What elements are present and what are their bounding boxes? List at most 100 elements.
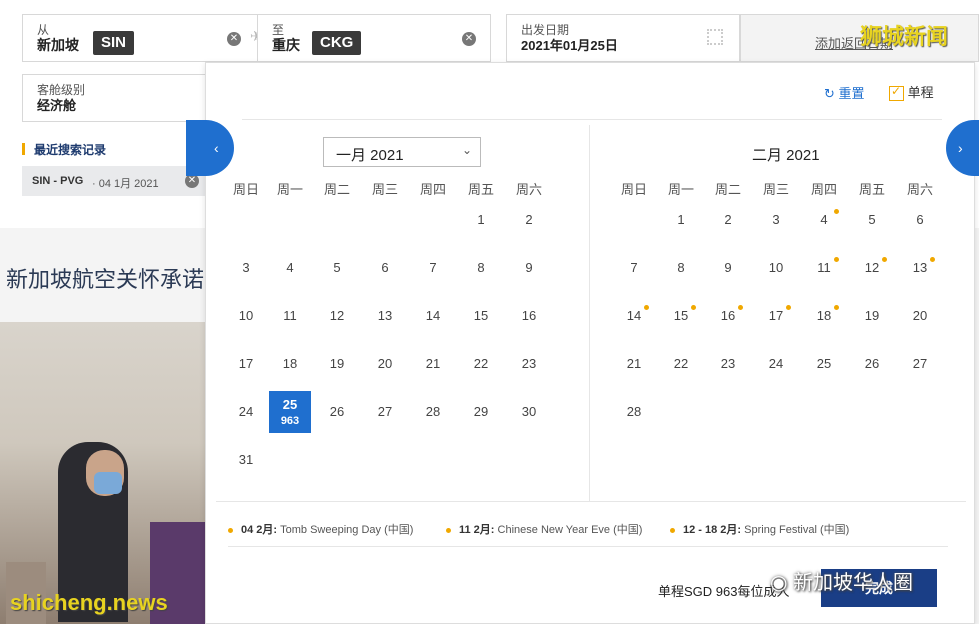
calendar-day[interactable]: 31: [225, 439, 267, 481]
calendar-day[interactable]: 5: [316, 247, 358, 289]
day-number: 12: [864, 260, 880, 275]
calendar-day[interactable]: 21: [412, 343, 454, 385]
calendar-day[interactable]: 9: [508, 247, 550, 289]
oneway-toggle[interactable]: ✓ 单程: [889, 82, 934, 102]
calendar-day[interactable]: 18: [269, 343, 311, 385]
calendar-day[interactable]: 12: [316, 295, 358, 337]
clear-from-icon[interactable]: ✕: [227, 32, 241, 46]
calendar-day[interactable]: 2: [707, 199, 749, 241]
calendar-day[interactable]: 23: [508, 343, 550, 385]
calendar-day[interactable]: 10: [755, 247, 797, 289]
oneway-label: 单程: [907, 85, 934, 100]
day-number: 19: [329, 356, 345, 371]
remove-recent-icon[interactable]: ✕: [185, 174, 199, 188]
calendar-day[interactable]: 5: [851, 199, 893, 241]
calendar-day[interactable]: 6: [899, 199, 941, 241]
calendar-day[interactable]: 21: [613, 343, 655, 385]
legend-date: 12 - 18 2月:: [683, 524, 742, 536]
day-number: 21: [626, 356, 642, 371]
calendar-day[interactable]: 13: [899, 247, 941, 289]
calendar-day[interactable]: 20: [899, 295, 941, 337]
holiday-dot-icon: [930, 257, 935, 262]
watermark-bottom-left: shicheng.news: [10, 590, 168, 615]
reset-button[interactable]: ↻ 重置: [824, 83, 865, 102]
calendar-day[interactable]: 22: [460, 343, 502, 385]
calendar-day[interactable]: 4: [269, 247, 311, 289]
calendar-day[interactable]: 15: [460, 295, 502, 337]
calendar-day[interactable]: 17: [225, 343, 267, 385]
calendar-day[interactable]: 10: [225, 295, 267, 337]
holiday-dot-icon: [446, 527, 451, 533]
calendar-day[interactable]: 29: [460, 391, 502, 433]
calendar-day[interactable]: 18: [803, 295, 845, 337]
calendar-day[interactable]: 13: [364, 295, 406, 337]
calendar-day[interactable]: 24: [755, 343, 797, 385]
calendar-day[interactable]: 14: [613, 295, 655, 337]
calendar-day[interactable]: 17: [755, 295, 797, 337]
day-number: 27: [912, 356, 928, 371]
holiday-dot-icon: [691, 305, 696, 310]
holiday-dot-icon: [228, 527, 233, 533]
calendar-day[interactable]: 16: [508, 295, 550, 337]
from-field[interactable]: 从 新加坡 SIN ✕: [22, 14, 258, 62]
calendar-day[interactable]: 26: [316, 391, 358, 433]
calendar-day[interactable]: 22: [660, 343, 702, 385]
month-select[interactable]: 一月 2021 ⌄: [323, 137, 481, 167]
weekday-header: 周三: [371, 182, 398, 197]
calendar-day[interactable]: 27: [364, 391, 406, 433]
calendar-day[interactable]: 11: [803, 247, 845, 289]
calendar-day[interactable]: 4: [803, 199, 845, 241]
calendar-icon: [707, 29, 723, 45]
from-code-badge: SIN: [93, 31, 135, 55]
calendar-day[interactable]: 26: [851, 343, 893, 385]
calendar-day[interactable]: 20: [364, 343, 406, 385]
day-number: 14: [626, 308, 642, 323]
calendar-day[interactable]: 11: [269, 295, 311, 337]
calendar-day[interactable]: 12: [851, 247, 893, 289]
calendar-day[interactable]: 3: [755, 199, 797, 241]
watermark-bottom-right-text: 新加坡华人圈: [793, 572, 914, 594]
day-number: 28: [425, 404, 441, 419]
calendar-day[interactable]: 30: [508, 391, 550, 433]
calendar-day[interactable]: 16: [707, 295, 749, 337]
holiday-dot-icon: [644, 305, 649, 310]
to-code-badge: CKG: [312, 31, 362, 55]
calendar-popup: ↻ 重置 ✓ 单程 一月 2021 ⌄ 二月 2021 周日 周一 周二 周三 周四 周五…: [205, 62, 975, 624]
calendar-day[interactable]: 23: [707, 343, 749, 385]
reset-label: 重置: [838, 86, 865, 101]
calendar-day[interactable]: 7: [613, 247, 655, 289]
calendar-day[interactable]: 1: [460, 199, 502, 241]
recent-search-item[interactable]: SIN - PVG · 04 1月 2021 ✕: [22, 166, 212, 196]
oneway-checkbox[interactable]: ✓: [889, 84, 904, 102]
to-city: 重庆: [272, 37, 300, 53]
calendar-day[interactable]: 19: [851, 295, 893, 337]
departure-date-field[interactable]: 出发日期 2021年01月25日: [506, 14, 740, 62]
day-number: 23: [720, 356, 736, 371]
calendar-day[interactable]: 6: [364, 247, 406, 289]
calendar-day[interactable]: 2: [508, 199, 550, 241]
cabin-field[interactable]: 客舱级别 经济舱: [22, 74, 212, 122]
calendar-day[interactable]: 27: [899, 343, 941, 385]
calendar-day[interactable]: 3: [225, 247, 267, 289]
calendar-day[interactable]: 28: [613, 391, 655, 433]
calendar-day[interactable]: 15: [660, 295, 702, 337]
day-number: 20: [912, 308, 928, 323]
day-number: 13: [377, 308, 393, 323]
calendar-day[interactable]: 7: [412, 247, 454, 289]
calendar-day[interactable]: 9: [707, 247, 749, 289]
calendar-day[interactable]: 25: [803, 343, 845, 385]
calendar-day[interactable]: 25 963: [269, 391, 311, 433]
day-number: 5: [333, 260, 341, 275]
calendar-day[interactable]: 14: [412, 295, 454, 337]
calendar-day[interactable]: 8: [460, 247, 502, 289]
legend-item-1: 04 2月: Tomb Sweeping Day (中国): [228, 521, 413, 537]
calendar-day[interactable]: 1: [660, 199, 702, 241]
to-field[interactable]: 至 重庆 CKG ✕: [257, 14, 491, 62]
calendar-day[interactable]: 24: [225, 391, 267, 433]
calendar-day[interactable]: 19: [316, 343, 358, 385]
calendar-day[interactable]: 8: [660, 247, 702, 289]
calendar-day[interactable]: 28: [412, 391, 454, 433]
day-number: 11: [283, 308, 297, 323]
clear-to-icon[interactable]: ✕: [462, 32, 476, 46]
day-number: 14: [425, 308, 441, 323]
